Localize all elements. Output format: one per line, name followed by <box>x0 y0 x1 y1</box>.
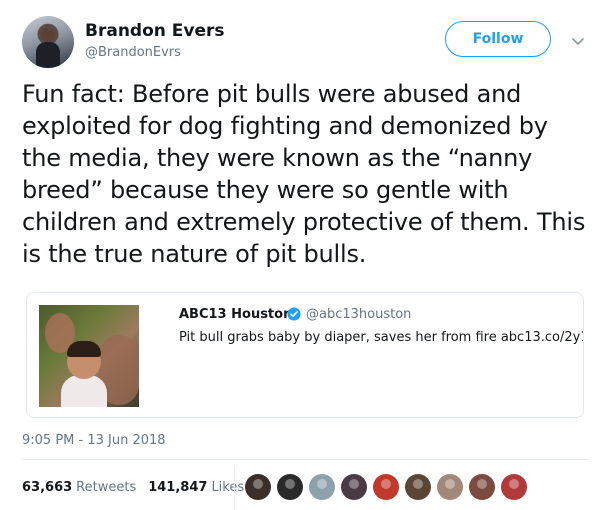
quoted-tweet[interactable]: ABC13 Houston @abc13houston Pit bull gra… <box>26 292 584 418</box>
divider <box>22 459 588 460</box>
liker-avatar[interactable] <box>245 474 271 500</box>
follow-button[interactable]: Follow <box>445 21 551 57</box>
thumbnail-baby-hair <box>67 341 101 357</box>
retweets-label: Retweets <box>76 479 137 495</box>
likes-label: Likes <box>211 479 245 495</box>
avatar-body <box>36 42 60 68</box>
liker-avatar[interactable] <box>437 474 463 500</box>
liker-avatar[interactable] <box>373 474 399 500</box>
liker-avatars <box>245 474 533 500</box>
tweet-stats: 63,663 Retweets 141,847 Likes <box>22 474 256 500</box>
quoted-tweet-thumbnail <box>39 305 139 407</box>
chevron-down-icon[interactable] <box>571 34 585 48</box>
avatar-head <box>42 28 54 42</box>
tweet-timestamp[interactable]: 9:05 PM - 13 Jun 2018 <box>22 433 166 448</box>
liker-avatar[interactable] <box>309 474 335 500</box>
stats-separator <box>234 465 235 510</box>
liker-avatar[interactable] <box>405 474 431 500</box>
liker-avatar[interactable] <box>277 474 303 500</box>
quoted-tweet-name: ABC13 Houston <box>179 307 293 322</box>
user-name[interactable]: Brandon Evers <box>85 21 225 41</box>
verified-badge-icon <box>287 307 301 321</box>
thumbnail-baby-body <box>61 375 107 407</box>
likes-count: 141,847 <box>148 479 208 495</box>
liker-avatar[interactable] <box>341 474 367 500</box>
retweets-stat[interactable]: 63,663 Retweets <box>22 480 136 495</box>
likes-stat[interactable]: 141,847 Likes <box>148 480 244 495</box>
retweets-count: 63,663 <box>22 479 73 495</box>
user-avatar[interactable] <box>22 16 74 68</box>
liker-avatar[interactable] <box>501 474 527 500</box>
tweet-header: Brandon Evers @BrandonEvrs Follow <box>22 16 592 70</box>
liker-avatar[interactable] <box>469 474 495 500</box>
user-handle[interactable]: @BrandonEvrs <box>85 45 181 60</box>
tweet-text: Fun fact: Before pit bulls were abused a… <box>22 80 586 268</box>
quoted-tweet-text: Pit bull grabs baby by diaper, saves her… <box>179 330 584 345</box>
quoted-tweet-handle: @abc13houston <box>306 307 412 322</box>
